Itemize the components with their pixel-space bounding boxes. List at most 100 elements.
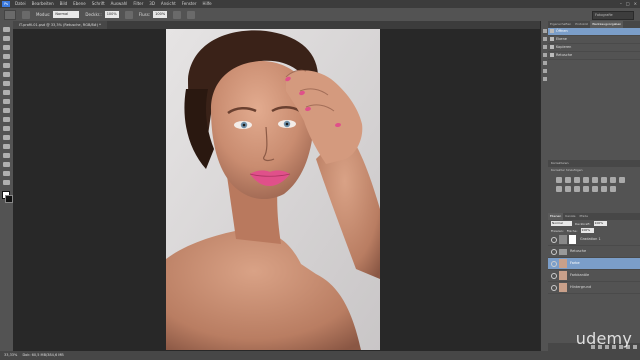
menu-window[interactable]: Fenster xyxy=(179,0,200,8)
marquee-tool-icon[interactable] xyxy=(3,36,10,41)
menu-layer[interactable]: Ebene xyxy=(70,0,89,8)
tab-paths[interactable]: Pfade xyxy=(577,213,589,220)
tab-layers[interactable]: Ebenen xyxy=(548,213,564,220)
menu-select[interactable]: Auswahl xyxy=(108,0,131,8)
eraser-tool-icon[interactable] xyxy=(3,117,10,122)
layer-name: Farbkanäle xyxy=(570,273,590,277)
threshold-icon[interactable] xyxy=(592,186,598,192)
hand-tool-icon[interactable] xyxy=(3,180,10,185)
pen-tool-icon[interactable] xyxy=(3,153,10,158)
background-color-swatch[interactable] xyxy=(5,195,13,203)
menu-image[interactable]: Bild xyxy=(57,0,71,8)
color-balance-icon[interactable] xyxy=(610,177,616,183)
history-item[interactable]: Ebene xyxy=(548,36,640,44)
opacity-field[interactable]: 100% xyxy=(104,11,119,18)
gradient-tool-icon[interactable] xyxy=(3,126,10,131)
menu-type[interactable]: Schrift xyxy=(89,0,108,8)
clone-stamp-tool-icon[interactable] xyxy=(3,99,10,104)
menu-view[interactable]: Ansicht xyxy=(158,0,179,8)
layer-fill-field[interactable]: 100% xyxy=(580,228,594,233)
visibility-eye-icon[interactable] xyxy=(551,285,557,291)
pressure-opacity-icon[interactable] xyxy=(124,10,133,19)
crop-tool-icon[interactable] xyxy=(3,63,10,68)
path-select-tool-icon[interactable] xyxy=(3,171,10,176)
history-item[interactable]: Retusche xyxy=(548,52,640,60)
black-white-icon[interactable] xyxy=(619,177,625,183)
history-brush-tool-icon[interactable] xyxy=(3,108,10,113)
tool-preset-picker[interactable] xyxy=(4,9,16,20)
mode-dropdown[interactable]: Normal xyxy=(53,11,80,18)
history-state-icon xyxy=(550,37,554,41)
minimize-button[interactable]: – xyxy=(620,0,622,8)
gradient-map-icon[interactable] xyxy=(601,186,607,192)
posterize-icon[interactable] xyxy=(583,186,589,192)
visibility-eye-icon[interactable] xyxy=(551,273,557,279)
levels-icon[interactable] xyxy=(565,177,571,183)
menu-edit[interactable]: Bearbeiten xyxy=(29,0,57,8)
brush-panel-icon[interactable] xyxy=(543,45,547,49)
brightness-contrast-icon[interactable] xyxy=(556,177,562,183)
healing-brush-tool-icon[interactable] xyxy=(3,81,10,86)
lasso-tool-icon[interactable] xyxy=(3,45,10,50)
menu-3d[interactable]: 3D xyxy=(146,0,158,8)
pressure-size-icon[interactable] xyxy=(187,10,196,19)
eyedropper-tool-icon[interactable] xyxy=(3,72,10,77)
adjustments-header[interactable]: Korrekturen xyxy=(548,160,640,167)
type-tool-icon[interactable] xyxy=(3,162,10,167)
menu-file[interactable]: Datei xyxy=(12,0,29,8)
photo-filter-icon[interactable] xyxy=(556,186,562,192)
layer-row[interactable]: Farbkanäle xyxy=(548,270,640,282)
document-tab[interactable]: IT-profil-01.psd @ 33,3% (Retusche, RGB/… xyxy=(13,21,107,29)
layer-mask-thumbnail[interactable] xyxy=(569,235,576,244)
layer-row[interactable]: Farbe xyxy=(548,258,640,270)
layer-row[interactable]: Retusche xyxy=(548,246,640,258)
maximize-button[interactable]: □ xyxy=(626,0,630,8)
invert-icon[interactable] xyxy=(574,186,580,192)
tab-channels[interactable]: Kanäle xyxy=(563,213,577,220)
history-item[interactable]: Kopieren xyxy=(548,44,640,52)
tab-history[interactable]: Protokoll xyxy=(573,21,590,28)
clone-source-panel-icon[interactable] xyxy=(543,53,547,57)
brush-tool-icon[interactable] xyxy=(3,90,10,95)
navigator-panel-icon[interactable] xyxy=(543,69,547,73)
dodge-tool-icon[interactable] xyxy=(3,144,10,149)
visibility-eye-icon[interactable] xyxy=(551,249,557,255)
zoom-level[interactable]: 33,33% xyxy=(4,353,17,357)
info-panel-icon[interactable] xyxy=(543,61,547,65)
layer-row[interactable]: Hintergrund xyxy=(548,282,640,294)
layer-opacity-field[interactable]: 100% xyxy=(593,221,607,226)
actions-panel-icon[interactable] xyxy=(543,77,547,81)
tab-properties[interactable]: Eigenschaften xyxy=(548,21,573,28)
blend-mode-dropdown[interactable]: Normal xyxy=(551,221,572,226)
curves-icon[interactable] xyxy=(574,177,580,183)
options-bar: Modus: Normal Deckkr.: 100% Fluss: 100% … xyxy=(0,8,640,22)
tab-tool-presets[interactable]: Werkzeugvorgaben xyxy=(590,21,624,28)
close-button[interactable]: × xyxy=(634,0,637,8)
history-item[interactable]: Öffnen xyxy=(548,28,640,36)
brush-preset-icon[interactable] xyxy=(22,10,30,19)
channel-mixer-icon[interactable] xyxy=(565,186,571,192)
exposure-icon[interactable] xyxy=(583,177,589,183)
flow-field[interactable]: 100% xyxy=(153,11,168,18)
trash-icon[interactable] xyxy=(633,345,637,349)
layer-row[interactable]: Gradation 1 xyxy=(548,234,640,246)
history-item-label: Retusche xyxy=(556,53,573,57)
menu-filter[interactable]: Filter xyxy=(130,0,146,8)
airbrush-icon[interactable] xyxy=(173,10,182,19)
menu-help[interactable]: Hilfe xyxy=(200,0,215,8)
layer-blend-row: Normal Deckkraft: 100% xyxy=(548,220,640,227)
vibrance-icon[interactable] xyxy=(592,177,598,183)
history-panel-icon[interactable] xyxy=(543,29,547,33)
layers-panel-tabs: Ebenen Kanäle Pfade xyxy=(548,213,640,220)
quick-select-tool-icon[interactable] xyxy=(3,54,10,59)
selective-color-icon[interactable] xyxy=(610,186,616,192)
hue-saturation-icon[interactable] xyxy=(601,177,607,183)
properties-panel-icon[interactable] xyxy=(543,37,547,41)
layer-name: Retusche xyxy=(570,249,587,253)
visibility-eye-icon[interactable] xyxy=(551,237,557,243)
visibility-eye-icon[interactable] xyxy=(551,261,557,267)
opacity-label: Deckkr.: xyxy=(85,12,102,17)
workspace-switcher[interactable]: Fotografie xyxy=(592,11,634,20)
move-tool-icon[interactable] xyxy=(3,27,10,32)
blur-tool-icon[interactable] xyxy=(3,135,10,140)
